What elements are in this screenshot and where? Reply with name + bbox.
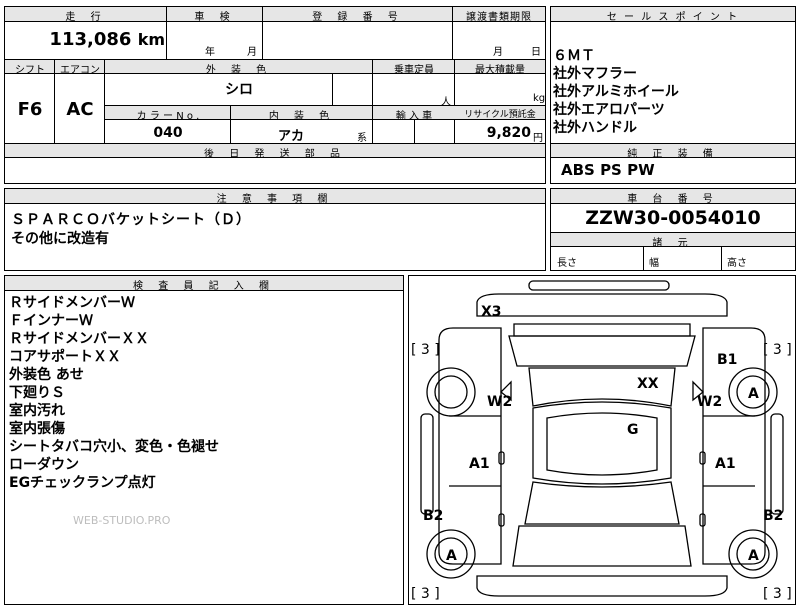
- notes-line: その他に改造有: [11, 231, 109, 247]
- mark-b2-right: B2: [763, 508, 783, 524]
- inspector-note: 室内汚れ: [9, 403, 65, 419]
- equipment-value: ABS PS PW: [561, 161, 655, 179]
- transfer-month: 月: [493, 47, 503, 58]
- inspector-note: コアサポートＸＸ: [9, 349, 121, 365]
- corner-value-top-right: [ 3 ]: [763, 342, 792, 358]
- mileage-value: 113,086 km: [5, 29, 165, 50]
- inspector-note: 室内張傷: [9, 421, 65, 437]
- mark-wheel-rear-left: A: [446, 548, 457, 564]
- inspector-note: シートタバコ穴小、変色・色褪せ: [9, 439, 219, 455]
- equipment-label: 純 正 装 備: [627, 149, 719, 160]
- length-label: 長さ: [557, 258, 577, 269]
- mark-w2-left: W2: [487, 394, 512, 410]
- sales-point-box: セ ー ル ス ポ イ ン ト ６ＭＴ 社外マフラー 社外アルミホイール 社外エ…: [550, 6, 796, 184]
- recycle-label: リサイクル預託金: [464, 110, 536, 120]
- shaken-label: 車 検: [194, 12, 236, 23]
- inspector-label: 検 査 員 記 入 欄: [133, 281, 275, 292]
- car-diagram: X3 XX W2 W2 B1 G A1 A1 B2 B2 A A A [ 3 ]…: [411, 280, 792, 602]
- interior-color-suffix: 系: [357, 133, 367, 144]
- inspector-note: ＲサイドメンバーＷ: [9, 295, 135, 311]
- interior-color-value: アカ: [277, 129, 304, 144]
- height-label: 高さ: [727, 258, 747, 269]
- inspector-note: ＲサイドメンバーＸＸ: [9, 331, 149, 347]
- mileage-number: 113,086: [49, 29, 132, 50]
- notes-label: 注 意 事 項 欄: [216, 194, 334, 205]
- shift-label: シフト: [15, 65, 45, 76]
- recycle-unit: 円: [533, 133, 543, 144]
- inspector-note: 下廻りＳ: [9, 385, 65, 401]
- inspector-note: ＦインナーＷ: [9, 313, 93, 329]
- mark-w2-right: W2: [697, 394, 722, 410]
- mark-wheel-rear-right: A: [748, 548, 759, 564]
- sales-point-list: ６ＭＴ 社外マフラー 社外アルミホイール 社外エアロパーツ 社外ハンドル: [553, 47, 679, 137]
- inspector-note: ローダウン: [9, 457, 79, 473]
- max-load-unit: kg: [533, 93, 546, 104]
- sales-point-item: 社外エアロパーツ: [553, 102, 665, 118]
- shaken-year: 年: [205, 47, 215, 58]
- mileage-label: 走 行: [65, 12, 107, 23]
- transfer-deadline-label: 譲渡書類期限: [466, 12, 532, 23]
- sales-point-item: 社外マフラー: [553, 66, 637, 82]
- mark-wheel-front-right: A: [748, 386, 759, 402]
- capacity-label: 乗車定員: [394, 65, 434, 76]
- mark-a1-left: A1: [469, 456, 490, 472]
- notes-box: 注 意 事 項 欄 ＳＰＡＲＣＯバケットシート（Ｄ） その他に改造有: [4, 188, 546, 271]
- ac-value: AC: [66, 99, 94, 120]
- sales-point-label: セ ー ル ス ポ イ ン ト: [606, 12, 740, 23]
- interior-color-label: 内 装 色: [268, 111, 336, 122]
- chassis-label: 車 台 番 号: [627, 194, 719, 205]
- sales-point-item: 社外ハンドル: [553, 120, 637, 136]
- color-no-label: カ ラ ー N o .: [136, 111, 200, 122]
- notes-line: ＳＰＡＲＣＯバケットシート（Ｄ）: [11, 212, 251, 228]
- color-no-value: 040: [153, 125, 183, 141]
- dimensions-label: 諸 元: [652, 238, 694, 249]
- parts-label: 後 日 発 送 部 品: [204, 149, 346, 160]
- inspector-note: EGチェックランプ点灯: [9, 475, 156, 491]
- corner-value-top-left: [ 3 ]: [411, 342, 440, 358]
- mark-x3: X3: [481, 304, 502, 320]
- max-load-label: 最大積載量: [475, 65, 525, 76]
- vehicle-info-grid: 走 行 車 検 登 録 番 号 譲渡書類期限 113,086 km 年 月 月 …: [4, 6, 546, 184]
- chassis-box: 車 台 番 号 ZZW30-0054010 諸 元 長さ 幅 高さ: [550, 188, 796, 271]
- mark-xx: XX: [637, 376, 659, 392]
- mark-b1: B1: [717, 352, 737, 368]
- inspector-box: 検 査 員 記 入 欄 ＲサイドメンバーＷ ＦインナーＷ ＲサイドメンバーＸＸ …: [4, 275, 404, 605]
- recycle-value: 9,820: [486, 125, 531, 141]
- ac-label: エアコン: [60, 65, 100, 76]
- car-diagram-box: X3 XX W2 W2 B1 G A1 A1 B2 B2 A A A [ 3 ]…: [408, 275, 796, 605]
- mark-g: G: [627, 422, 639, 438]
- sales-point-item: ６ＭＴ: [553, 48, 595, 64]
- inspector-notes: ＲサイドメンバーＷ ＦインナーＷ ＲサイドメンバーＸＸ コアサポートＸＸ 外装色…: [9, 294, 219, 492]
- mileage-unit: km: [137, 30, 165, 49]
- shift-value: F6: [17, 99, 43, 120]
- chassis-number: ZZW30-0054010: [585, 207, 761, 229]
- registration-label: 登 録 番 号: [312, 12, 404, 23]
- sales-point-item: 社外アルミホイール: [553, 84, 679, 100]
- watermark: WEB-STUDIO.PRO: [73, 514, 171, 527]
- inspector-note: 外装色 あせ: [9, 367, 84, 383]
- transfer-day: 日: [531, 47, 541, 58]
- mark-a1-right: A1: [715, 456, 736, 472]
- width-label: 幅: [649, 258, 659, 269]
- mark-b2-left: B2: [423, 508, 443, 524]
- shaken-month: 月: [247, 47, 257, 58]
